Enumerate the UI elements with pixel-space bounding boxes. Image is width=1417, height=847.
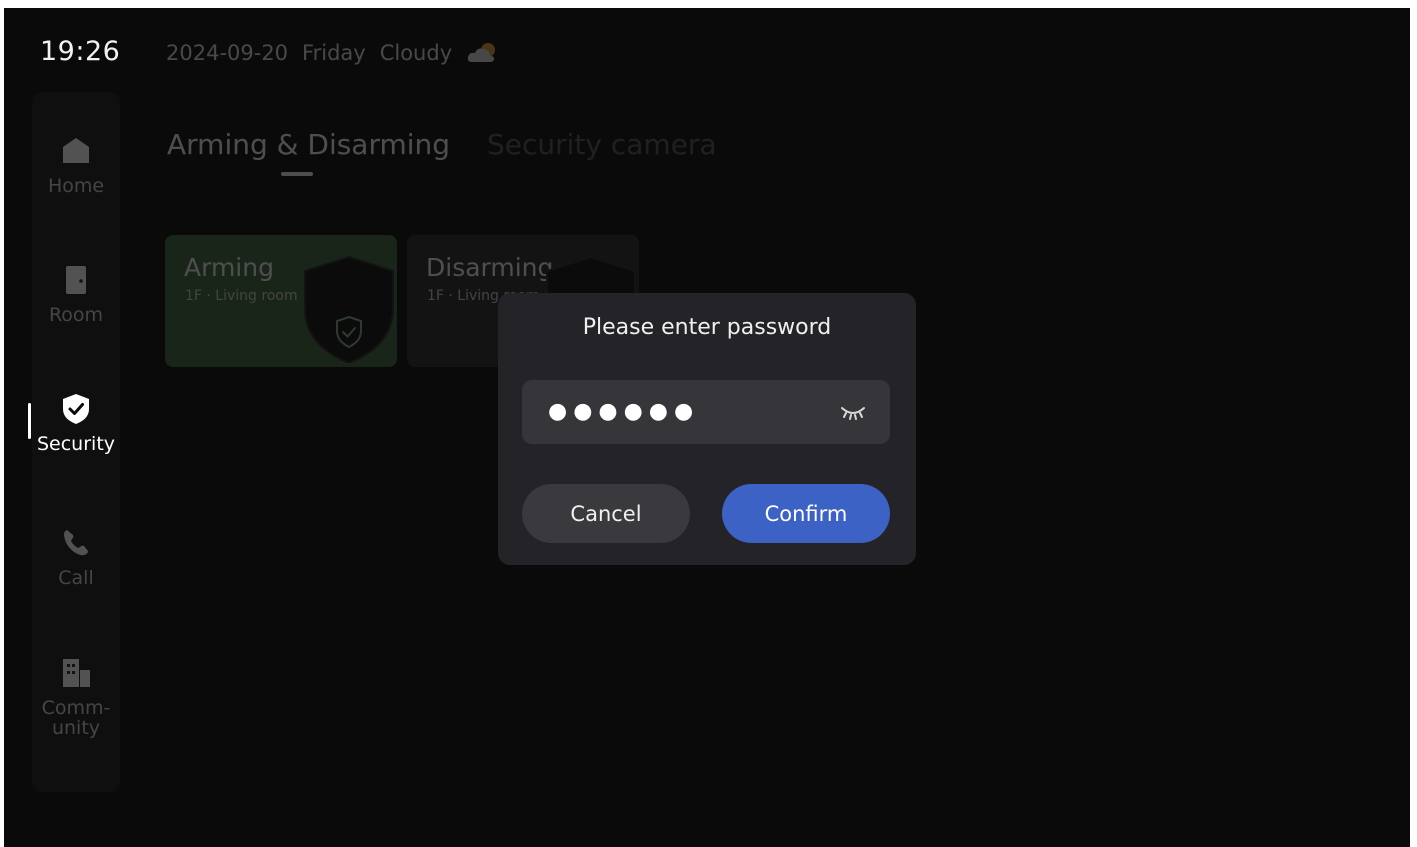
card-location: 1F · Living room — [185, 288, 298, 304]
sidebar-item-label: Call — [58, 567, 94, 589]
cloud-sun-icon — [467, 43, 496, 62]
sidebar-item-label: Security — [36, 433, 116, 455]
sidebar-item-label: Comm- unity — [41, 697, 111, 739]
card-title: Disarming — [426, 253, 554, 282]
sidebar-item-label: Room — [48, 304, 104, 326]
door-icon — [66, 266, 86, 294]
status-weekday: Friday — [302, 41, 366, 65]
sidebar-item-security[interactable]: Security — [32, 392, 120, 454]
sidebar-active-indicator — [28, 403, 31, 439]
building-icon — [63, 659, 90, 687]
clock-time: 19:26 — [40, 36, 121, 67]
tab-security-camera[interactable]: Security camera — [487, 128, 717, 161]
status-bar: 2024-09-20 Friday Cloudy — [166, 41, 500, 65]
dialog-title: Please enter password — [582, 315, 832, 340]
cancel-button[interactable]: Cancel — [522, 484, 690, 543]
sidebar-item-community[interactable]: Comm- unity — [32, 656, 120, 738]
arming-card[interactable]: Arming 1F · Living room — [165, 235, 397, 367]
shield-icon — [304, 255, 394, 363]
home-icon — [63, 138, 89, 163]
password-dialog: Please enter password ●●●●●● Cancel Conf… — [498, 293, 916, 565]
confirm-button[interactable]: Confirm — [722, 484, 890, 543]
sidebar-item-call[interactable]: Call — [32, 526, 120, 588]
status-weather: Cloudy — [379, 41, 453, 65]
password-value: ●●●●●● — [548, 399, 700, 424]
eye-closed-icon[interactable] — [840, 404, 866, 420]
card-title: Arming — [184, 253, 274, 282]
tab-arming-disarming[interactable]: Arming & Disarming — [167, 128, 450, 161]
shield-check-icon — [63, 394, 89, 424]
sidebar-item-home[interactable]: Home — [32, 134, 120, 196]
tab-active-underline — [281, 172, 313, 176]
sidebar-item-label: Home — [47, 175, 105, 197]
password-input[interactable]: ●●●●●● — [522, 380, 890, 444]
sidebar-item-room[interactable]: Room — [32, 263, 120, 325]
screen: 19:26 2024-09-20 Friday Cloudy Home Room… — [4, 8, 1410, 847]
phone-icon — [64, 530, 88, 556]
status-date: 2024-09-20 — [166, 41, 289, 65]
